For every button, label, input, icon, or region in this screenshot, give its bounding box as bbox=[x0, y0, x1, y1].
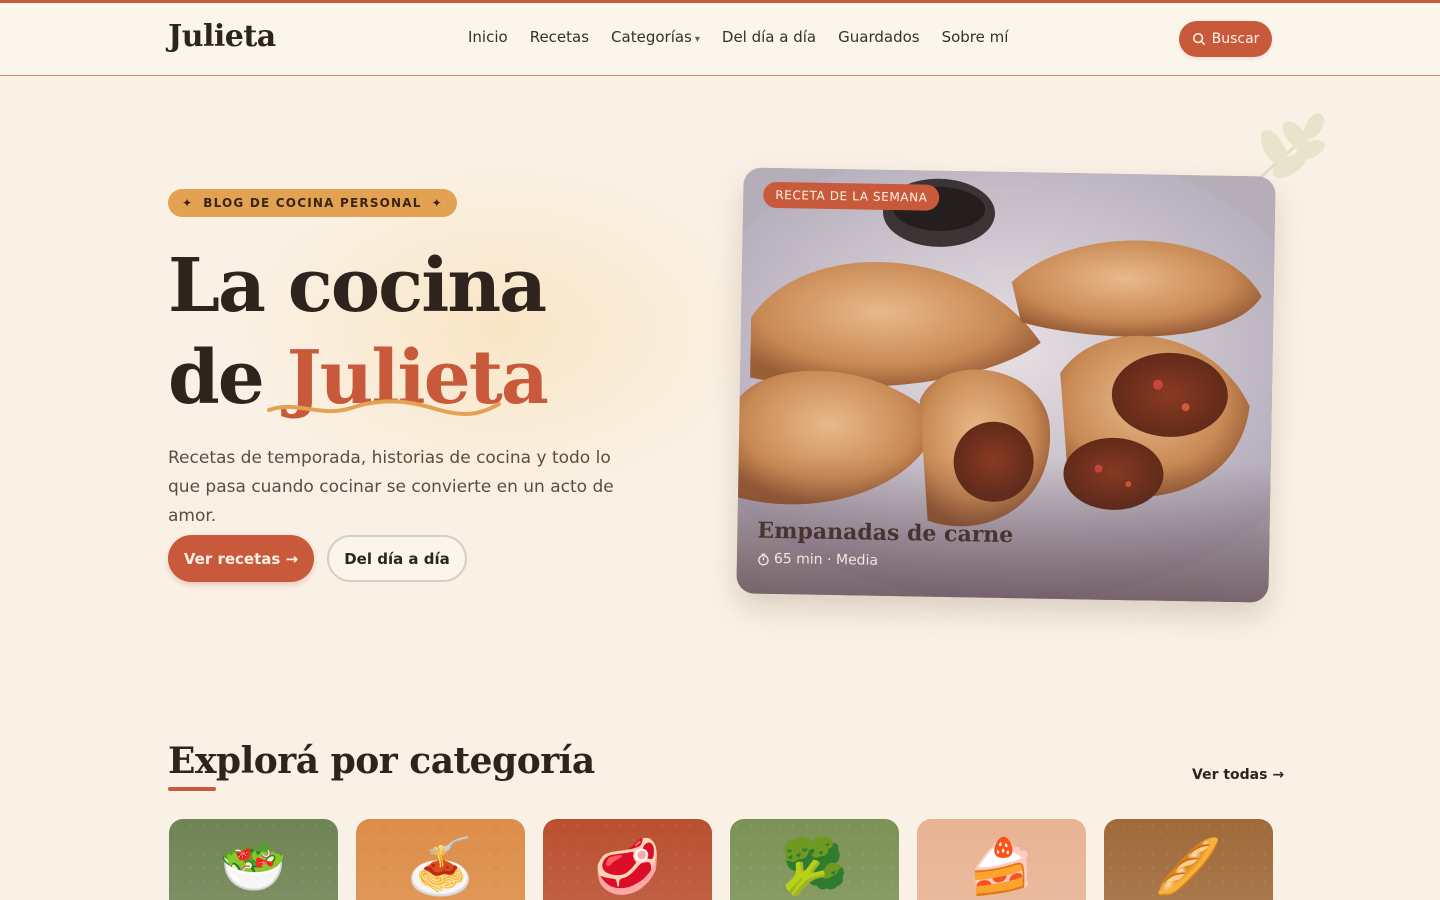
spaghetti-icon: 🍝 bbox=[406, 835, 475, 898]
category-card[interactable]: 🥖 bbox=[1104, 819, 1273, 900]
search-button-label: Buscar bbox=[1211, 31, 1260, 47]
squiggle-underline bbox=[267, 399, 501, 416]
view-recipes-button[interactable]: Ver recetas → bbox=[168, 535, 314, 582]
search-button[interactable]: Buscar bbox=[1179, 21, 1272, 57]
search-icon bbox=[1192, 32, 1205, 46]
cake-icon: 🍰 bbox=[967, 835, 1036, 898]
category-card[interactable]: 🥦 bbox=[730, 819, 899, 900]
day-to-day-button[interactable]: Del día a día bbox=[327, 535, 467, 582]
main-nav: Inicio Recetas Categorías ▾ Del día a día… bbox=[468, 28, 1030, 46]
star-icon: ✦ bbox=[182, 196, 194, 210]
recipe-of-week-tag: RECETA DE LA SEMANA bbox=[763, 181, 940, 211]
see-all-categories-link[interactable]: Ver todas → bbox=[1192, 767, 1284, 783]
categories-title-underline bbox=[168, 787, 216, 791]
nav-item-categorias[interactable]: Categorías ▾ bbox=[611, 28, 700, 46]
category-card[interactable]: 🥩 bbox=[543, 819, 712, 900]
category-card[interactable]: 🥗 bbox=[169, 819, 338, 900]
bread-icon: 🥖 bbox=[1154, 835, 1223, 898]
category-cards: 🥗 🍝 🥩 🥦 🍰 🥖 bbox=[169, 819, 1273, 900]
category-card[interactable]: 🍝 bbox=[356, 819, 525, 900]
chevron-down-icon: ▾ bbox=[694, 34, 700, 45]
site-header: Julieta Inicio Recetas Categorías ▾ Del d… bbox=[0, 3, 1440, 76]
nav-item-recetas[interactable]: Recetas bbox=[530, 28, 589, 46]
nav-item-categorias-label: Categorías bbox=[611, 28, 692, 46]
categories-title: Explorá por categoría bbox=[168, 740, 595, 782]
nav-item-sobre-mi[interactable]: Sobre mí bbox=[942, 28, 1009, 46]
hero-title-line1: La cocina bbox=[168, 243, 547, 329]
featured-recipe-name: Empanadas de carne bbox=[757, 517, 1014, 549]
nav-item-del-dia-a-dia[interactable]: Del día a día bbox=[722, 28, 816, 46]
broccoli-icon: 🥦 bbox=[780, 835, 849, 898]
category-card[interactable]: 🍰 bbox=[917, 819, 1086, 900]
nav-item-guardados[interactable]: Guardados bbox=[838, 28, 919, 46]
hero-title-prefix: de bbox=[168, 335, 265, 421]
timer-icon bbox=[758, 552, 769, 566]
star-icon: ✦ bbox=[431, 196, 443, 210]
hero-description: Recetas de temporada, historias de cocin… bbox=[168, 448, 614, 526]
featured-recipe-meta: 65 min · Media bbox=[757, 551, 878, 569]
blog-badge-label: BLOG DE COCINA PERSONAL bbox=[203, 196, 422, 210]
featured-recipe-meta-text: 65 min · Media bbox=[773, 550, 879, 569]
meat-icon: 🥩 bbox=[593, 835, 662, 898]
salad-icon: 🥗 bbox=[219, 835, 288, 898]
blog-badge: ✦ BLOG DE COCINA PERSONAL ✦ bbox=[168, 189, 457, 217]
site-logo[interactable]: Julieta bbox=[168, 19, 276, 54]
nav-item-inicio[interactable]: Inicio bbox=[468, 28, 508, 46]
featured-recipe-card[interactable]: RECETA DE LA SEMANA Empanadas de carne 6… bbox=[736, 167, 1276, 603]
